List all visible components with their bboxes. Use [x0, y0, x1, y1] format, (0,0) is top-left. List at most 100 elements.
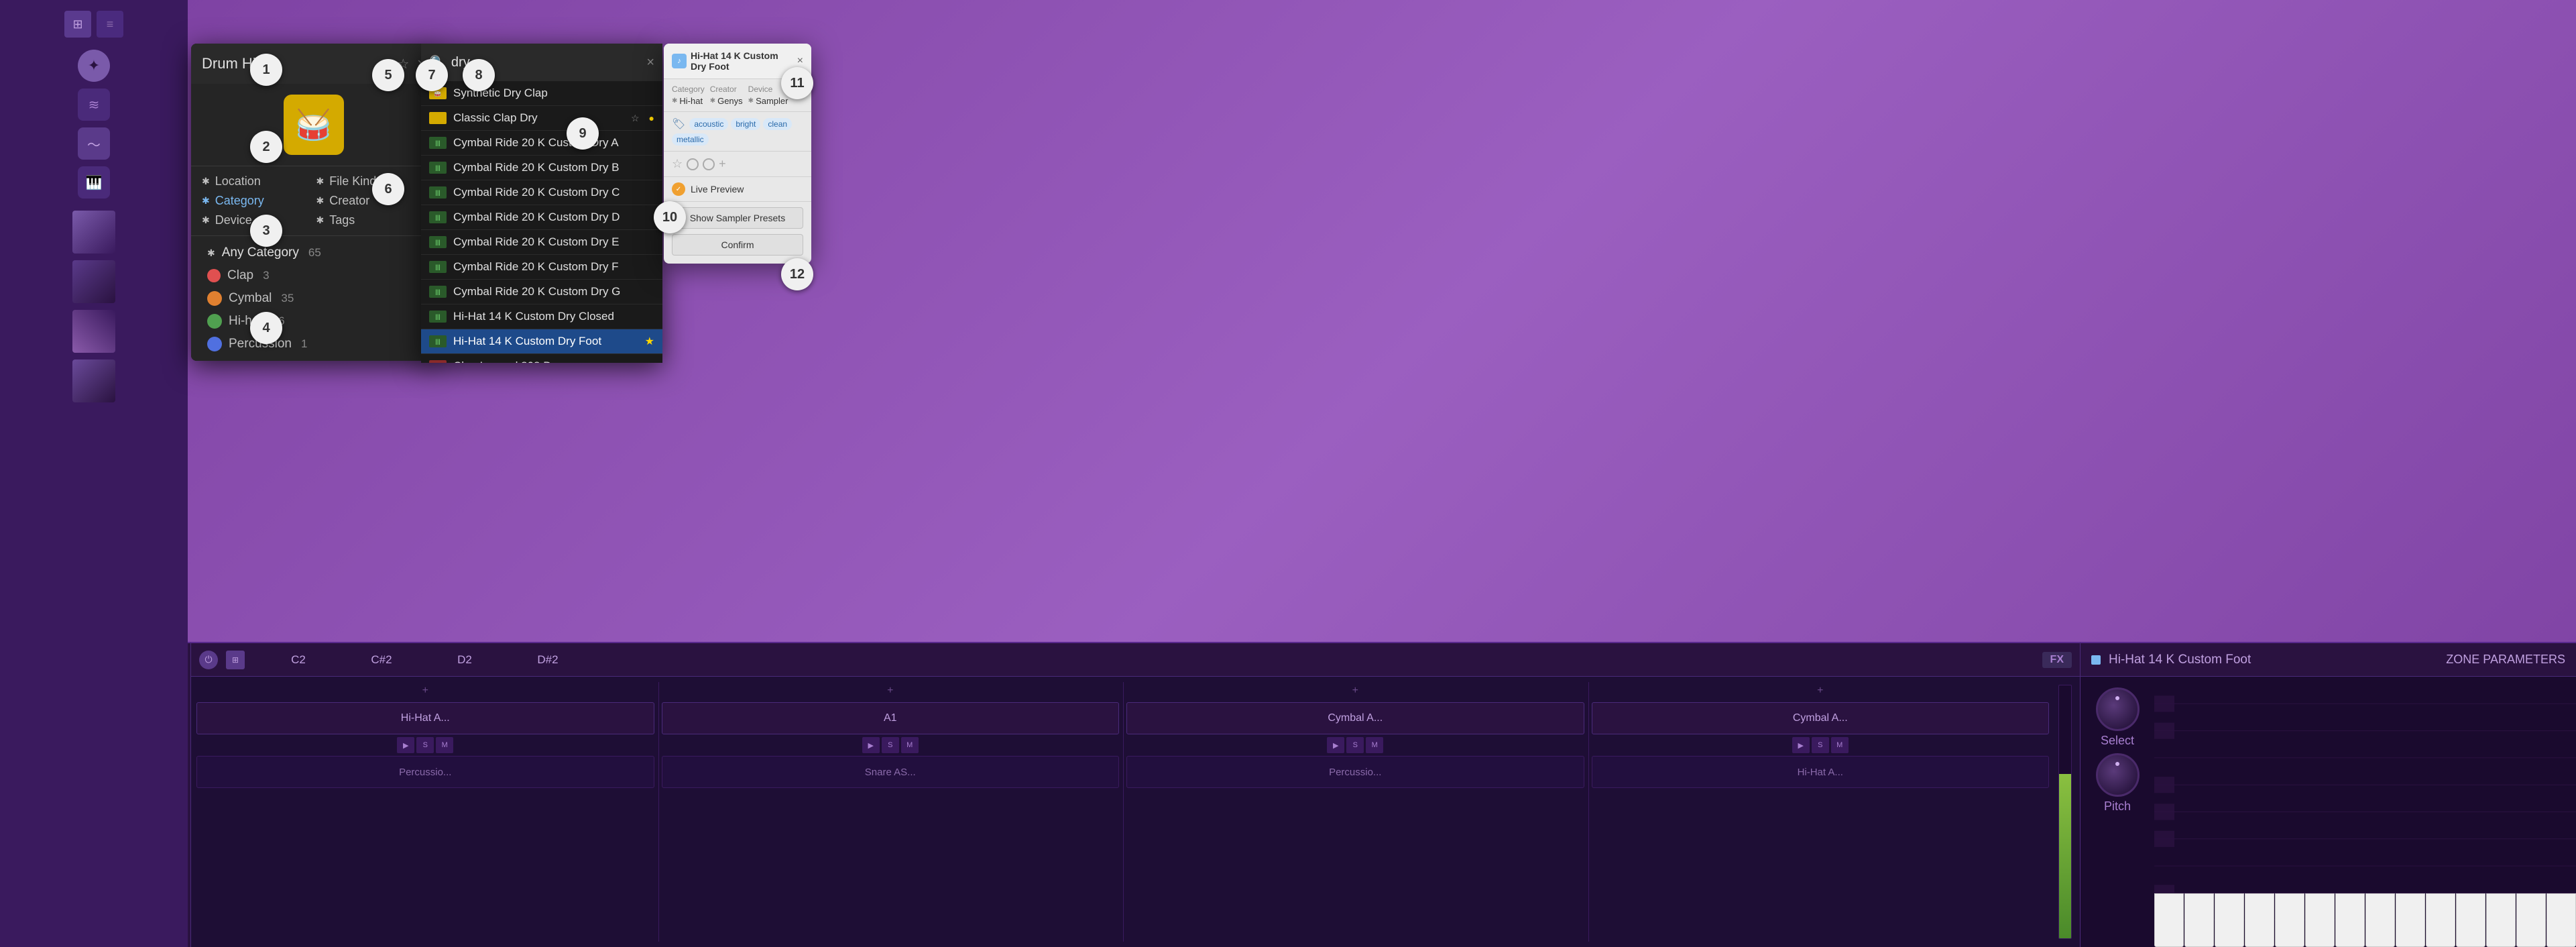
pad-plus-2[interactable]: + — [1126, 682, 1584, 700]
result-cymbal-e[interactable]: ||| Cymbal Ride 20 K Custom Dry E — [421, 230, 662, 255]
result-clap-legend[interactable]: ~ Clap Legend 808 Dry.wav — [421, 354, 662, 363]
pad-mute-0[interactable]: M — [436, 737, 453, 753]
filter-filekind[interactable]: ✱ File Kind — [316, 174, 426, 188]
piano-key-a[interactable] — [2305, 893, 2335, 947]
result-hihat-foot[interactable]: ||| Hi-Hat 14 K Custom Dry Foot ★ — [421, 329, 662, 354]
filter-category[interactable]: ✱ Category — [202, 194, 311, 208]
pad-solo-1[interactable]: S — [882, 737, 899, 753]
result-cymbal-c[interactable]: ||| Cymbal Ride 20 K Custom Dry C — [421, 180, 662, 205]
percussion-dot — [207, 337, 222, 351]
pad-box-2[interactable]: Cymbal A... — [1126, 702, 1584, 734]
piano-key-g2[interactable] — [2486, 893, 2516, 947]
pad-mute-1[interactable]: M — [901, 737, 919, 753]
search-close-btn[interactable]: × — [646, 55, 654, 70]
grid-icon[interactable]: ⊞ — [64, 11, 91, 38]
piano-key-f2[interactable] — [2456, 893, 2485, 947]
confirm-btn[interactable]: Confirm — [672, 234, 803, 256]
pad-play-2[interactable]: ▶ — [1327, 737, 1344, 753]
piano-key-e[interactable] — [2215, 893, 2244, 947]
result-dot-1: ● — [649, 113, 654, 123]
pad-box-3[interactable]: Cymbal A... — [1592, 702, 2050, 734]
preset-creator-value: Genys — [717, 96, 743, 106]
piano-key-d[interactable] — [2184, 893, 2214, 947]
pad-box-1[interactable]: A1 — [662, 702, 1120, 734]
pad-plus-3[interactable]: + — [1592, 682, 2050, 700]
list-icon[interactable]: ≡ — [97, 11, 123, 38]
pad-box-0[interactable]: Hi-Hat A... — [196, 702, 654, 734]
piano-icon[interactable]: 🎹 — [78, 166, 110, 199]
piano-key-d2[interactable] — [2396, 893, 2425, 947]
preset-close-btn[interactable]: × — [797, 55, 803, 67]
result-cymbal-g[interactable]: ||| Cymbal Ride 20 K Custom Dry G — [421, 280, 662, 304]
pad-play-3[interactable]: ▶ — [1792, 737, 1810, 753]
preset-category-col: Category ✱ Hi-hat — [672, 85, 705, 106]
rating-circle-1[interactable] — [687, 158, 699, 170]
search-header: 🔍 × — [421, 44, 662, 81]
category-percussion[interactable]: Percussion 1 — [191, 333, 436, 355]
pad-solo-0[interactable]: S — [416, 737, 434, 753]
category-cymbal[interactable]: Cymbal 35 — [191, 287, 436, 310]
result-selected-star[interactable]: ★ — [645, 335, 654, 348]
volume-bar[interactable] — [2058, 685, 2072, 939]
result-cymbal-f[interactable]: ||| Cymbal Ride 20 K Custom Dry F — [421, 255, 662, 280]
callout-2: 2 — [250, 131, 282, 163]
dk-power-btn[interactable]: ⏻ — [199, 651, 218, 669]
result-cymbal-a[interactable]: ||| Cymbal Ride 20 K Custom Dry A — [421, 131, 662, 156]
dk-grid-btn[interactable]: ⊞ — [226, 651, 245, 669]
result-cymbal-d[interactable]: ||| Cymbal Ride 20 K Custom Dry D — [421, 205, 662, 230]
tag-clean[interactable]: clean — [763, 118, 792, 130]
sparkle-icon[interactable]: ✦ — [78, 50, 110, 82]
zone-params-title: ZONE PARAMETERS — [2446, 653, 2565, 667]
tag-bright[interactable]: bright — [731, 118, 760, 130]
result-icon-cymbal-f: ||| — [429, 261, 447, 273]
thumbnail-2 — [72, 260, 115, 303]
piano-key-b2[interactable] — [2546, 893, 2576, 947]
pad-controls-2: ▶ S M — [1126, 737, 1584, 753]
filter-tags[interactable]: ✱ Tags — [316, 213, 426, 227]
piano-key-g[interactable] — [2275, 893, 2304, 947]
pad-play-0[interactable]: ▶ — [397, 737, 414, 753]
pitch-knob[interactable] — [2096, 753, 2140, 797]
pad-plus-1[interactable]: + — [662, 682, 1120, 700]
equalizer-icon[interactable]: ≋ — [78, 89, 110, 121]
filter-location[interactable]: ✱ Location — [202, 174, 311, 188]
tag-metallic[interactable]: metallic — [672, 133, 709, 146]
select-knob[interactable] — [2096, 687, 2140, 731]
callout-5: 5 — [372, 59, 404, 91]
pad-col-1: + A1 ▶ S M Snare AS... — [662, 682, 1124, 942]
pad-sample-1: Snare AS... — [662, 756, 1120, 788]
pad-mute-2[interactable]: M — [1366, 737, 1383, 753]
waveform-icon[interactable]: 〜 — [78, 127, 110, 160]
result-synthetic-dry-clap[interactable]: 🥁 Synthetic Dry Clap — [421, 81, 662, 106]
piano-key-b[interactable] — [2335, 893, 2365, 947]
tag-acoustic[interactable]: acoustic — [689, 118, 728, 130]
pad-plus-0[interactable]: + — [196, 682, 654, 700]
result-classic-clap-dry[interactable]: Classic Clap Dry ☆ ● — [421, 106, 662, 131]
category-any[interactable]: ✱ Any Category 65 — [191, 241, 436, 264]
live-preview-dot: ✓ — [672, 182, 685, 196]
filter-creator[interactable]: ✱ Creator — [316, 194, 426, 208]
fx-badge: FX — [2042, 652, 2072, 668]
rating-circle-2[interactable] — [703, 158, 715, 170]
piano-key-c[interactable] — [2154, 893, 2184, 947]
piano-key-c2[interactable] — [2365, 893, 2395, 947]
category-clap[interactable]: Clap 3 — [191, 264, 436, 287]
show-sampler-presets-btn[interactable]: Show Sampler Presets — [672, 207, 803, 229]
result-hihat-closed[interactable]: ||| Hi-Hat 14 K Custom Dry Closed — [421, 304, 662, 329]
pad-mute-3[interactable]: M — [1831, 737, 1849, 753]
rating-plus[interactable]: + — [719, 157, 726, 171]
piano-key-e2[interactable] — [2426, 893, 2455, 947]
preset-device-value: Sampler — [756, 96, 788, 106]
result-star-1[interactable]: ☆ — [631, 113, 640, 124]
category-hihat[interactable]: Hi-hat 26 — [191, 310, 436, 333]
piano-key-f[interactable] — [2245, 893, 2274, 947]
pad-play-1[interactable]: ▶ — [862, 737, 880, 753]
rating-star[interactable]: ☆ — [672, 157, 683, 171]
cymbal-dot — [207, 291, 222, 306]
pad-solo-3[interactable]: S — [1812, 737, 1829, 753]
piano-key-a2[interactable] — [2516, 893, 2546, 947]
pitch-knob-indicator — [2115, 762, 2119, 766]
pad-solo-2[interactable]: S — [1346, 737, 1364, 753]
result-cymbal-b[interactable]: ||| Cymbal Ride 20 K Custom Dry B — [421, 156, 662, 180]
volume-bar-fill — [2059, 774, 2071, 938]
